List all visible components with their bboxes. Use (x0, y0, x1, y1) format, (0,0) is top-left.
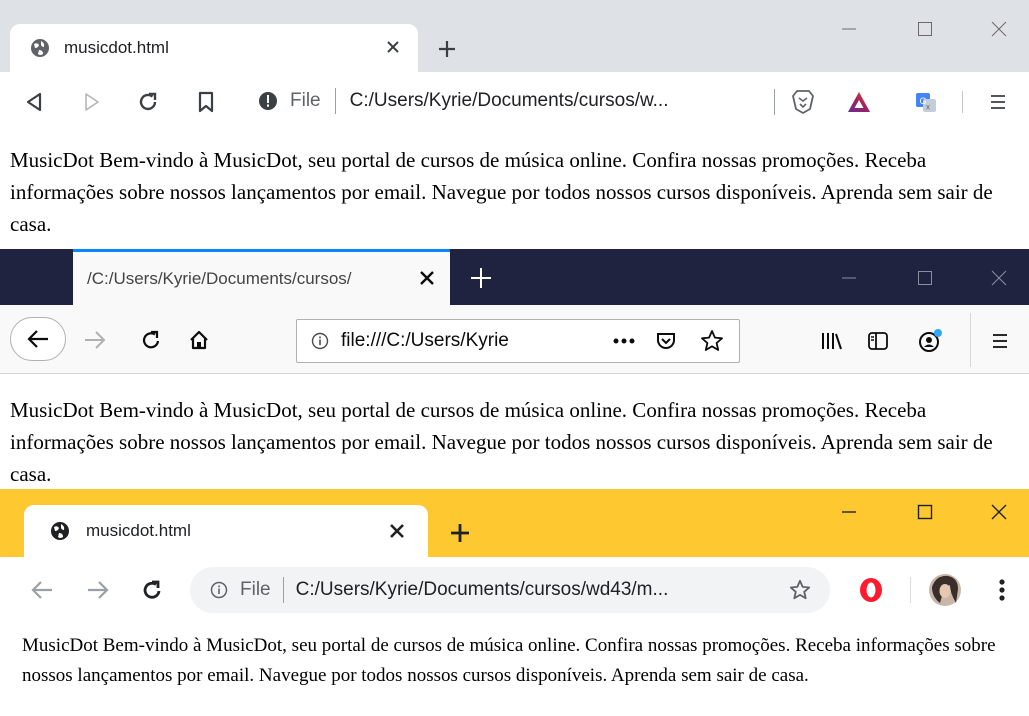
firefox-tab[interactable]: /C:/Users/Kyrie/Documents/cursos/ (73, 249, 450, 305)
chrome-tab[interactable]: musicdot.html (24, 505, 428, 557)
brave-browser-window: musicdot.html File C:/Users/Kyrie/Docume… (0, 0, 1029, 249)
firefox-toolbar: file:///C:/Users/Kyrie (0, 305, 1029, 374)
firefox-titlebar: /C:/Users/Kyrie/Documents/cursos/ (0, 249, 1029, 305)
account-icon[interactable] (912, 323, 948, 359)
new-tab-button[interactable] (444, 517, 476, 549)
reload-icon[interactable] (134, 88, 162, 116)
back-button[interactable] (10, 317, 66, 361)
toolbar-divider (910, 577, 911, 603)
url-text: file:///C:/Users/Kyrie (341, 330, 509, 351)
translate-extension-icon[interactable]: Gx (910, 86, 942, 118)
globe-icon (50, 521, 70, 541)
chrome-toolbar: File C:/Users/Kyrie/Documents/cursos/wd4… (0, 557, 1029, 621)
brave-rewards-icon[interactable] (842, 85, 876, 119)
brave-toolbar: File C:/Users/Kyrie/Documents/cursos/w..… (0, 72, 1029, 130)
bookmark-icon[interactable] (192, 88, 220, 116)
forward-arrow-icon[interactable] (82, 574, 114, 606)
page-paragraph: MusicDot Bem-vindo à MusicDot, seu porta… (22, 635, 996, 686)
chrome-browser-window: musicdot.html File C:/Users/Kyrie/Docume… (0, 489, 1029, 716)
back-arrow-icon[interactable] (26, 574, 58, 606)
page-paragraph: MusicDot Bem-vindo à MusicDot, seu porta… (10, 148, 993, 236)
home-icon[interactable] (184, 325, 214, 355)
chrome-page-content: MusicDot Bem-vindo à MusicDot, seu porta… (0, 621, 1029, 716)
chrome-titlebar: musicdot.html (0, 489, 1029, 557)
svg-text:x: x (926, 103, 930, 112)
maximize-button[interactable] (902, 10, 948, 48)
url-divider (774, 89, 775, 115)
bookmark-star-icon[interactable] (696, 325, 728, 357)
brave-shields-icon[interactable] (786, 85, 820, 119)
tab-close-icon[interactable] (388, 522, 406, 545)
sidebar-icon[interactable] (862, 325, 894, 357)
globe-icon (30, 38, 50, 58)
close-window-button[interactable] (976, 493, 1022, 531)
page-paragraph: MusicDot Bem-vindo à MusicDot, seu porta… (10, 398, 993, 486)
menu-icon[interactable] (982, 86, 1014, 118)
pocket-icon[interactable] (650, 325, 682, 357)
toolbar-divider (962, 91, 963, 113)
tab-close-icon[interactable] (418, 269, 436, 292)
avatar[interactable] (926, 571, 964, 609)
url-text: C:/Users/Kyrie/Documents/cursos/wd43/m..… (295, 579, 669, 600)
chrome-omnibox[interactable]: File C:/Users/Kyrie/Documents/cursos/wd4… (190, 567, 830, 613)
url-scheme-label: File (290, 90, 321, 111)
url-text: C:/Users/Kyrie/Documents/cursos/w... (349, 90, 669, 111)
library-icon[interactable] (816, 325, 848, 357)
new-tab-button[interactable] (466, 263, 496, 293)
brave-tab[interactable]: musicdot.html (10, 24, 418, 72)
info-icon[interactable] (210, 581, 228, 599)
bookmark-star-icon[interactable] (784, 574, 816, 606)
back-arrow-icon (26, 328, 50, 350)
minimize-button[interactable] (826, 259, 872, 297)
url-divider (334, 88, 336, 114)
info-icon[interactable] (311, 332, 329, 350)
close-window-button[interactable] (976, 10, 1022, 48)
menu-dots-icon[interactable] (986, 574, 1018, 606)
reload-icon[interactable] (136, 574, 168, 606)
toolbar-divider (970, 313, 971, 367)
brave-titlebar: musicdot.html (0, 0, 1029, 72)
brave-tab-title: musicdot.html (64, 38, 169, 57)
opera-extension-icon[interactable] (854, 573, 888, 607)
maximize-button[interactable] (902, 493, 948, 531)
tab-close-icon[interactable] (384, 38, 402, 61)
firefox-page-content: MusicDot Bem-vindo à MusicDot, seu porta… (0, 374, 1029, 489)
forward-arrow-icon[interactable] (80, 325, 110, 355)
chrome-tab-title: musicdot.html (86, 521, 191, 540)
firefox-browser-window: /C:/Users/Kyrie/Documents/cursos/ file:/… (0, 249, 1029, 489)
info-icon[interactable] (258, 91, 278, 111)
firefox-tab-title: /C:/Users/Kyrie/Documents/cursos/ (87, 268, 352, 288)
page-actions-icon[interactable] (604, 327, 644, 355)
url-divider (282, 577, 284, 603)
reload-icon[interactable] (136, 325, 166, 355)
minimize-button[interactable] (826, 10, 872, 48)
close-window-button[interactable] (976, 259, 1022, 297)
minimize-button[interactable] (826, 493, 872, 531)
new-tab-button[interactable] (430, 34, 464, 64)
forward-icon[interactable] (78, 88, 106, 116)
brave-page-content: MusicDot Bem-vindo à MusicDot, seu porta… (0, 130, 1029, 249)
menu-icon[interactable] (984, 325, 1016, 357)
url-scheme-label: File (240, 579, 271, 600)
back-icon[interactable] (20, 88, 48, 116)
maximize-button[interactable] (902, 259, 948, 297)
